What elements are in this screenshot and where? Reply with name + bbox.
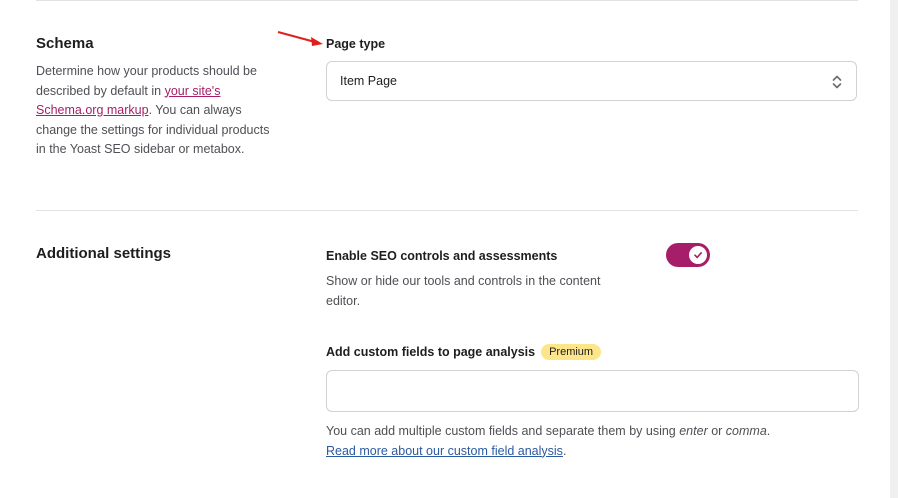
custom-fields-label: Add custom fields to page analysis Premiu… (326, 344, 602, 360)
page-gutter (890, 0, 898, 498)
schema-section-description: Determine how your products should be de… (36, 64, 270, 156)
settings-card: Schema Determine how your products shoul… (0, 0, 890, 498)
check-icon (694, 251, 702, 259)
page-type-select[interactable]: Item Page (326, 61, 857, 101)
page-type-label: Page type (326, 37, 386, 51)
annotation-arrow-icon (277, 31, 323, 46)
additional-settings-title: Additional settings (36, 245, 171, 262)
toggle-knob (689, 246, 707, 264)
seo-controls-description: Show or hide our tools and controls in t… (326, 274, 601, 308)
premium-badge: Premium (541, 344, 602, 360)
page-type-selected-value: Item Page (340, 74, 397, 88)
seo-controls-label: Enable SEO controls and assessments (326, 249, 558, 263)
custom-field-analysis-link[interactable]: Read more about our custom field analysi… (326, 444, 563, 458)
custom-fields-help: You can add multiple custom fields and s… (326, 424, 771, 458)
divider-middle (36, 210, 858, 211)
select-chevron-icon (832, 75, 842, 89)
schema-section-title: Schema (36, 35, 94, 52)
custom-fields-input[interactable] (326, 370, 859, 412)
seo-controls-toggle[interactable] (666, 243, 710, 267)
divider-top (36, 0, 858, 1)
